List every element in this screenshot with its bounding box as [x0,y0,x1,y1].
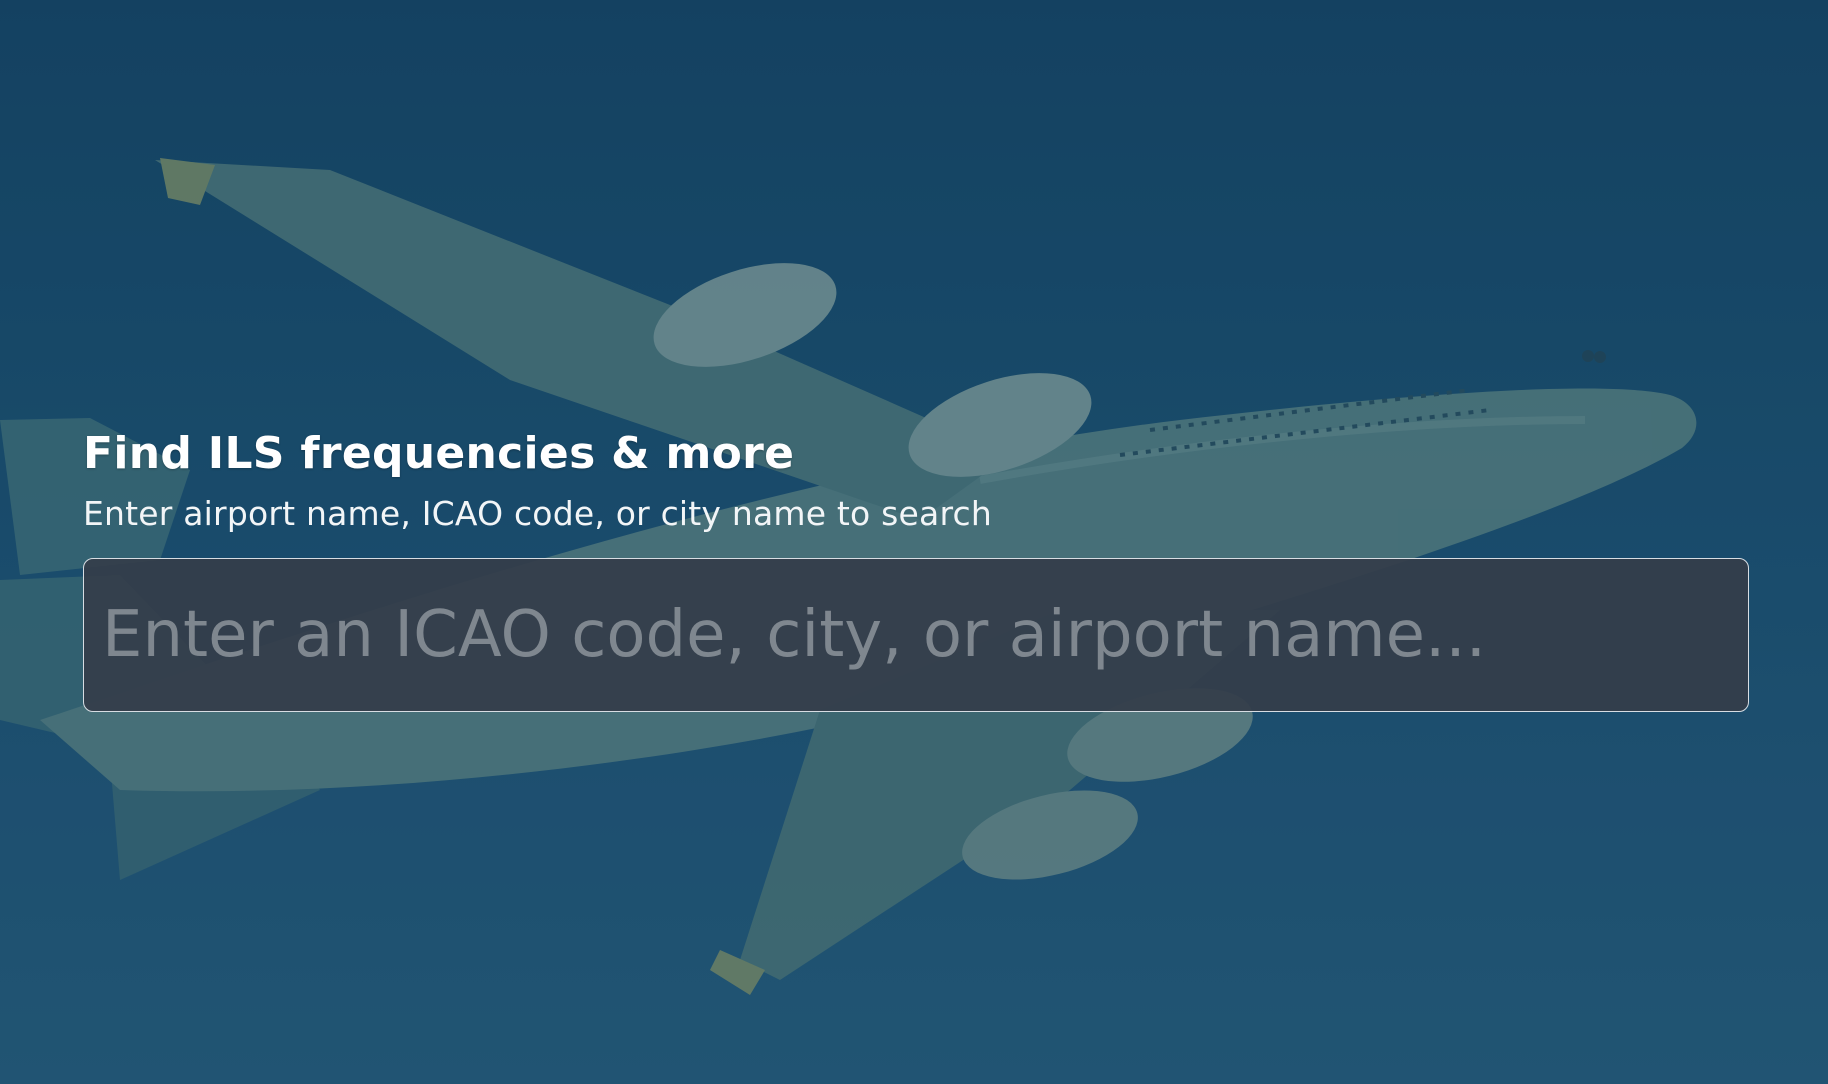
search-block: Find ILS frequencies & more Enter airpor… [83,424,1749,712]
hero-section: Find ILS frequencies & more Enter airpor… [0,0,1828,1084]
search-input[interactable] [83,558,1749,712]
page-title: Find ILS frequencies & more [83,428,795,479]
search-instructions: Enter airport name, ICAO code, or city n… [83,494,992,533]
